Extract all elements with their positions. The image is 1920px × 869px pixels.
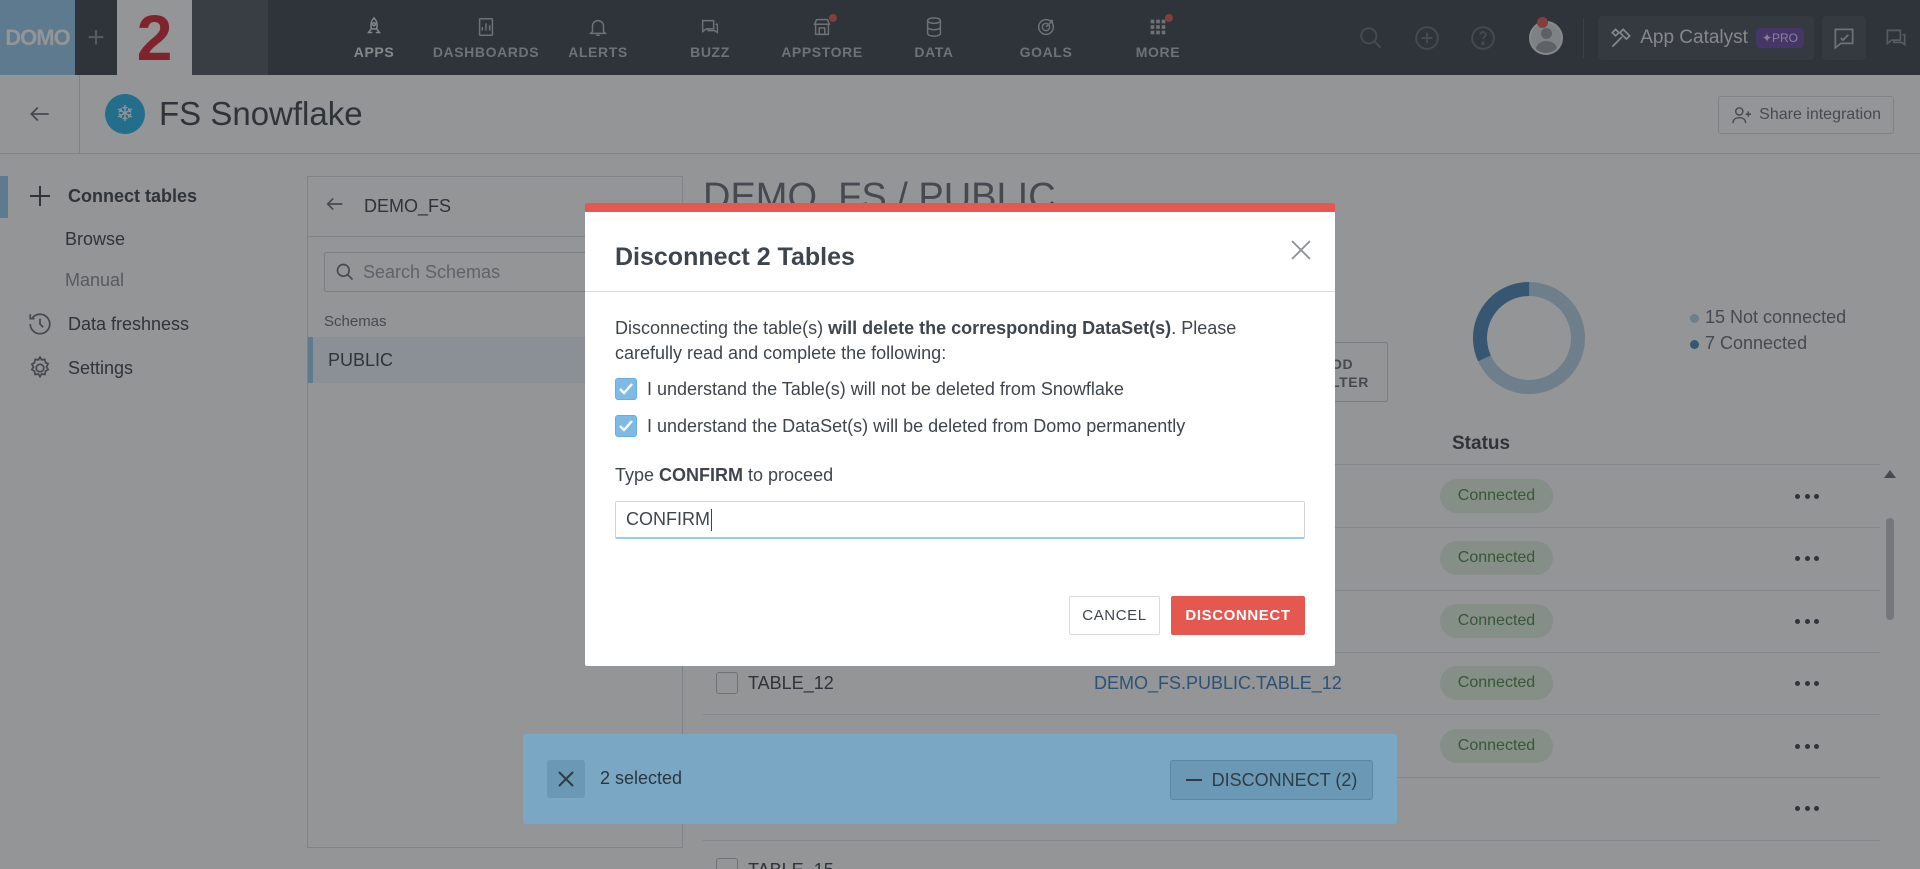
confirm-input-value: CONFIRM	[626, 509, 710, 529]
selected-count: 2 selected	[600, 768, 683, 788]
check-icon	[619, 383, 633, 395]
confirm-checkbox-row-2[interactable]: I understand the DataSet(s) will be dele…	[615, 415, 1185, 437]
checkbox-checked[interactable]	[615, 378, 637, 400]
type-confirm-label: Type CONFIRM to proceed	[615, 465, 834, 485]
text-caret	[711, 508, 712, 531]
checkbox-label: I understand the DataSet(s) will be dele…	[647, 415, 1186, 436]
clear-selection-button[interactable]	[547, 760, 585, 798]
modal-description: Disconnecting the table(s) will delete t…	[615, 318, 1237, 363]
modal-divider	[585, 291, 1335, 292]
modal-title: Disconnect 2 Tables	[615, 243, 855, 271]
cancel-button[interactable]: CANCEL	[1069, 596, 1160, 635]
confirm-checkbox-row-1[interactable]: I understand the Table(s) will not be de…	[615, 378, 1124, 400]
checkbox-label: I understand the Table(s) will not be de…	[647, 378, 1124, 399]
selection-bar: 2 selected DISCONNECT (2)	[523, 734, 1397, 824]
disconnect-selected-button[interactable]: DISCONNECT (2)	[1170, 760, 1373, 800]
close-icon[interactable]	[1289, 238, 1313, 262]
minus-icon	[1185, 779, 1202, 781]
disconnect-button[interactable]: DISCONNECT	[1171, 596, 1305, 635]
confirm-input[interactable]: CONFIRM	[615, 501, 1305, 539]
check-icon	[619, 420, 633, 432]
close-icon	[558, 771, 574, 787]
disconnect-selected-label: DISCONNECT (2)	[1211, 769, 1358, 790]
checkbox-checked[interactable]	[615, 415, 637, 437]
disconnect-modal: Disconnect 2 Tables Disconnecting the ta…	[585, 203, 1335, 666]
